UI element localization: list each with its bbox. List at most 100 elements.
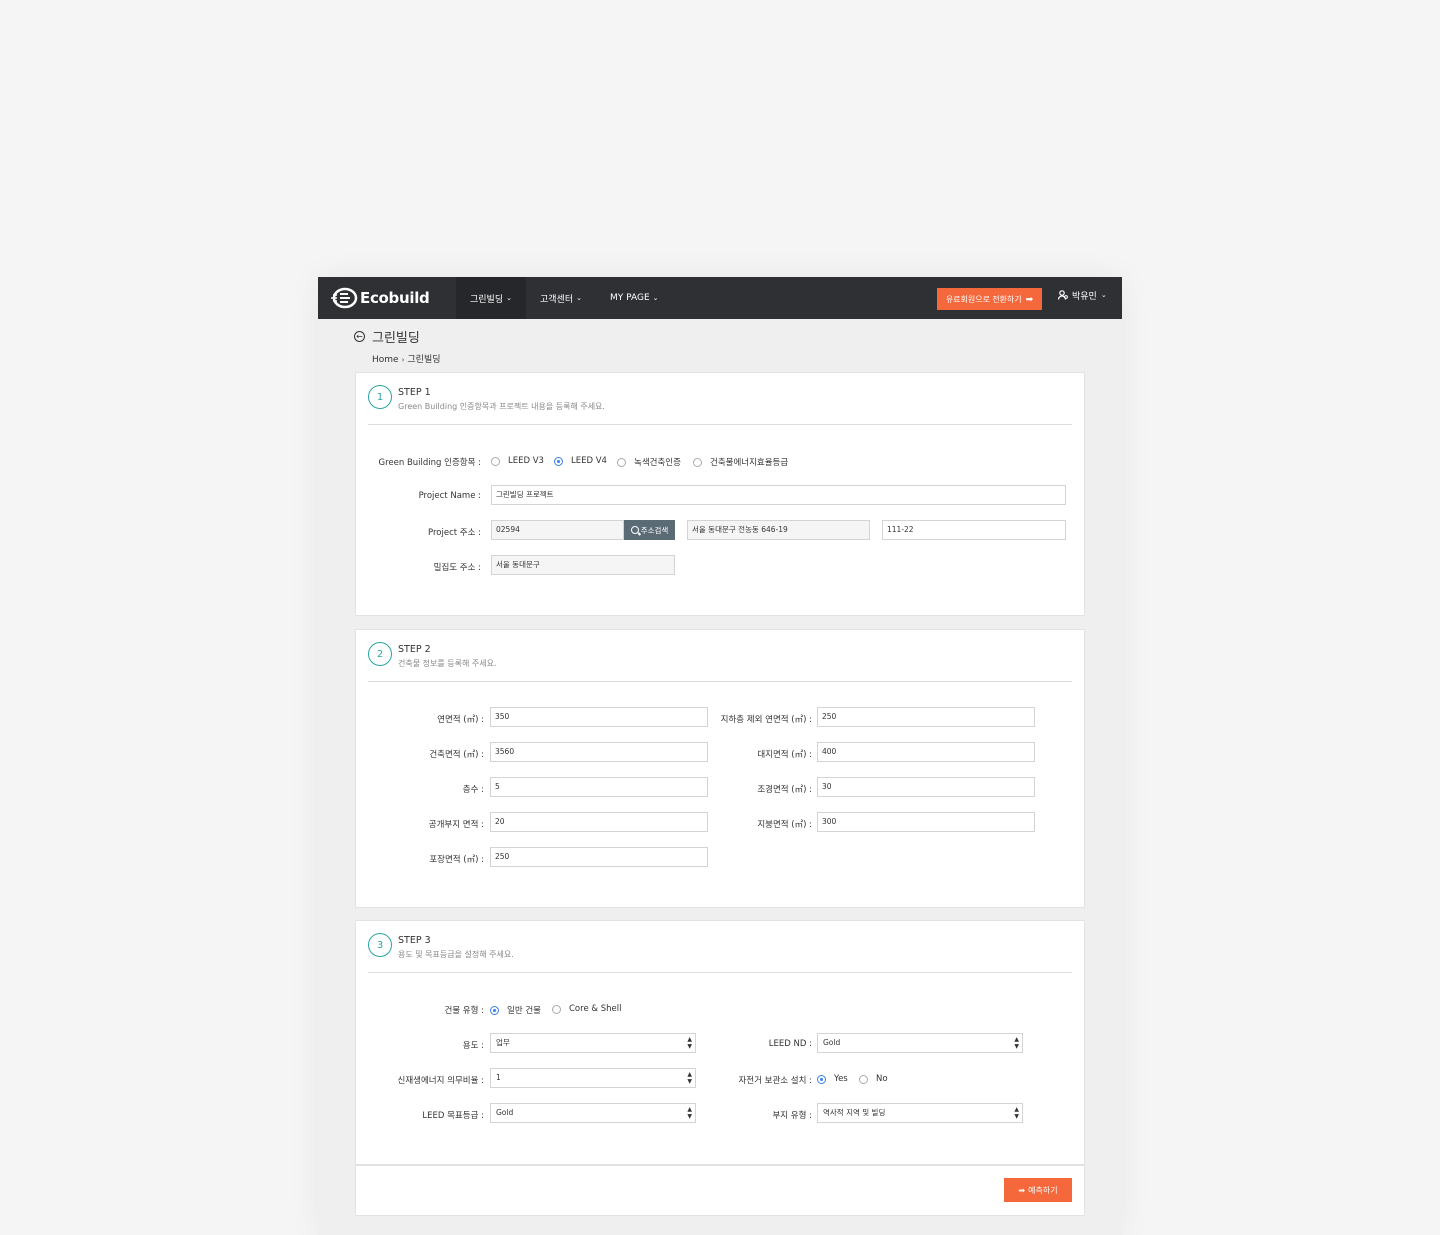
step-number-badge: 3 xyxy=(368,933,392,957)
page-title-text: 그린빌딩 xyxy=(372,331,420,346)
select-arrows-icon: ▲ ▼ xyxy=(1014,1106,1019,1120)
action-bar: ➡ 예측하기 xyxy=(355,1165,1085,1216)
radio-icon xyxy=(491,456,500,466)
step-subtitle: Green Building 인증항목과 프로젝트 내용을 등록해 주세요. xyxy=(398,402,605,411)
select-arrows-icon: ▲ ▼ xyxy=(687,1071,692,1085)
page-title: ← 그린빌딩 xyxy=(354,327,441,346)
ecobuild-logo-icon xyxy=(331,287,358,309)
upgrade-button[interactable]: 유료회원으로 전환하기 ➡ xyxy=(937,288,1042,310)
select-value: 역사적 지역 및 빌딩 xyxy=(823,1108,886,1117)
search-label: 주소검색 xyxy=(640,525,669,535)
step3-card: 3 STEP 3 용도 및 목표등급을 설정해 주세요. 건물 유형 : 일반 … xyxy=(355,920,1085,1165)
select-arrows-icon: ▲ ▼ xyxy=(687,1106,692,1120)
address-label: Project 주소 : xyxy=(428,528,481,538)
renewable-ratio-select[interactable]: 1 ▲ ▼ xyxy=(490,1068,696,1088)
chevron-down-icon: ⌄ xyxy=(576,294,582,302)
use-select[interactable]: 업무 ▲ ▼ xyxy=(490,1033,696,1053)
app-window: Ecobuild 그린빌딩 ⌄ 고객센터 ⌄ MY PAGE ⌄ 유료회원으로 전환하… xyxy=(318,277,1122,1235)
radio-icon xyxy=(859,1074,868,1084)
menu-label: 그린빌딩 xyxy=(470,294,504,305)
chevron-down-icon: ⌄ xyxy=(506,294,512,302)
radio-bike-no[interactable]: No xyxy=(859,1074,888,1084)
step-title: STEP 2 xyxy=(398,644,431,655)
back-arrow-icon[interactable]: ← xyxy=(354,331,365,342)
radio-checked-icon xyxy=(554,456,563,466)
radio-label: LEED V3 xyxy=(508,456,544,466)
radio-icon xyxy=(617,457,626,467)
floor-area-excl-basement-label: 지하층 제외 연면적 (㎡) : xyxy=(720,715,812,725)
radio-energy-efficiency[interactable]: 건축물에너지효율등급 xyxy=(693,456,788,468)
floors-input[interactable]: 5 xyxy=(490,777,708,797)
arrow-right-icon: ➡ xyxy=(1018,1185,1026,1195)
select-value: Gold xyxy=(823,1038,841,1047)
select-value: Gold xyxy=(496,1108,514,1117)
select-arrows-icon: ▲ ▼ xyxy=(1014,1036,1019,1050)
top-nav: Ecobuild 그린빌딩 ⌄ 고객센터 ⌄ MY PAGE ⌄ 유료회원으로 전환하… xyxy=(318,277,1122,319)
cert-label: Green Building 인증항목 : xyxy=(378,458,481,468)
step-number-badge: 1 xyxy=(368,385,392,409)
radio-core-shell[interactable]: Core & Shell xyxy=(552,1004,621,1014)
menu-item-greenbuilding[interactable]: 그린빌딩 ⌄ xyxy=(456,277,526,319)
upgrade-label: 유료회원으로 전환하기 xyxy=(945,294,1022,304)
radio-leed-v4[interactable]: LEED V4 xyxy=(554,456,607,466)
leed-nd-label: LEED ND : xyxy=(768,1039,812,1049)
renewable-ratio-label: 신재생에너지 의무비율 : xyxy=(397,1076,484,1086)
breadcrumb-current: 그린빌딩 xyxy=(407,355,441,365)
leed-target-label: LEED 목표등급 : xyxy=(422,1111,484,1121)
density-input[interactable]: 서울 동대문구 xyxy=(491,555,675,575)
step2-card: 2 STEP 2 건축물 정보를 등록해 주세요. 연면적 (㎡) : 350 … xyxy=(355,629,1085,908)
radio-checked-icon xyxy=(490,1005,499,1015)
density-label: 밀집도 주소 : xyxy=(433,563,481,573)
menu-label: 고객센터 xyxy=(540,294,574,305)
address-input[interactable]: 서울 동대문구 전농동 646-19 xyxy=(687,520,870,540)
gross-floor-area-label: 연면적 (㎡) : xyxy=(437,715,484,725)
address-search-button[interactable]: 주소검색 xyxy=(624,520,675,540)
radio-label: No xyxy=(876,1074,888,1084)
open-space-area-label: 공개부지 면적 : xyxy=(428,820,484,830)
step-title: STEP 3 xyxy=(398,935,431,946)
logo[interactable]: Ecobuild xyxy=(330,284,430,312)
paved-area-label: 포장면적 (㎡) : xyxy=(429,855,484,865)
predict-label: 예측하기 xyxy=(1028,1185,1058,1195)
landscape-area-input[interactable]: 30 xyxy=(817,777,1035,797)
step-subtitle: 용도 및 목표등급을 설정해 주세요. xyxy=(398,950,514,959)
radio-label: Core & Shell xyxy=(569,1004,622,1014)
leed-nd-select[interactable]: Gold ▲ ▼ xyxy=(817,1033,1023,1053)
select-value: 1 xyxy=(496,1073,501,1082)
step3-header: 3 STEP 3 용도 및 목표등급을 설정해 주세요. xyxy=(368,933,1072,973)
menu-item-mypage[interactable]: MY PAGE ⌄ xyxy=(596,277,673,319)
gross-floor-area-input[interactable]: 350 xyxy=(490,707,708,727)
floor-area-excl-basement-input[interactable]: 250 xyxy=(817,707,1035,727)
site-type-select[interactable]: 역사적 지역 및 빌딩 ▲ ▼ xyxy=(817,1103,1023,1123)
roof-area-input[interactable]: 300 xyxy=(817,812,1035,832)
radio-checked-icon xyxy=(817,1074,826,1084)
project-name-input[interactable]: 그린빌딩 프로젝트 xyxy=(491,485,1066,505)
radio-leed-v3[interactable]: LEED V3 xyxy=(491,456,544,466)
logo-text: Ecobuild xyxy=(360,289,430,307)
chevron-down-icon: ⌄ xyxy=(652,294,659,302)
floors-label: 층수 : xyxy=(462,785,484,795)
building-area-input[interactable]: 3560 xyxy=(490,742,708,762)
radio-icon xyxy=(552,1004,561,1014)
step-subtitle: 건축물 정보를 등록해 주세요. xyxy=(398,659,497,668)
radio-green-building-cert[interactable]: 녹색건축인증 xyxy=(617,456,681,468)
user-menu[interactable]: 박유민 ⌄ xyxy=(1058,277,1107,313)
address-detail-input[interactable]: 111-22 xyxy=(882,520,1066,540)
radio-general-building[interactable]: 일반 건물 xyxy=(490,1004,541,1016)
leed-target-select[interactable]: Gold ▲ ▼ xyxy=(490,1103,696,1123)
paved-area-input[interactable]: 250 xyxy=(490,847,708,867)
zip-input[interactable]: 02594 xyxy=(491,520,624,540)
site-area-input[interactable]: 400 xyxy=(817,742,1035,762)
step-title: STEP 1 xyxy=(398,387,431,398)
breadcrumb-home[interactable]: Home xyxy=(372,355,399,365)
predict-button[interactable]: ➡ 예측하기 xyxy=(1004,1178,1072,1202)
site-type-label: 부지 유형 : xyxy=(772,1111,812,1121)
open-space-area-input[interactable]: 20 xyxy=(490,812,708,832)
radio-label: 건축물에너지효율등급 xyxy=(710,458,789,468)
step1-card: 1 STEP 1 Green Building 인증항목과 프로젝트 내용을 등… xyxy=(355,372,1085,616)
chevron-down-icon: ⌄ xyxy=(1100,291,1107,299)
select-value: 업무 xyxy=(496,1038,510,1047)
radio-bike-yes[interactable]: Yes xyxy=(817,1074,848,1084)
menu-item-support[interactable]: 고객센터 ⌄ xyxy=(526,277,596,319)
main-menu: 그린빌딩 ⌄ 고객센터 ⌄ MY PAGE ⌄ xyxy=(456,277,673,319)
